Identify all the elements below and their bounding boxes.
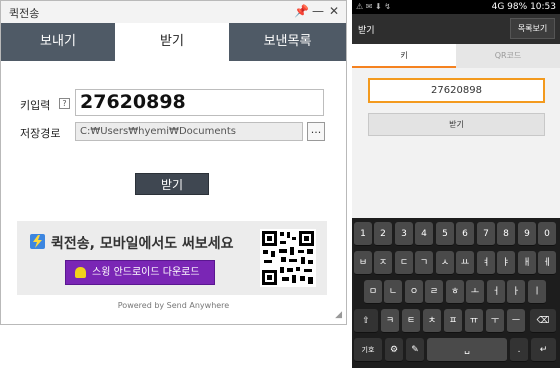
tab-send[interactable]: 보내기	[1, 23, 115, 61]
key-u[interactable]: ㅜ	[486, 309, 504, 333]
key-8[interactable]: 8	[497, 222, 515, 246]
android-icon	[75, 267, 86, 278]
main-tabs: 보내기 받기 보낸목록	[1, 23, 346, 61]
battery-label: 98%	[507, 2, 528, 12]
keyboard-row-5: 기호 ⚙ ✎ ␣ . ↵	[354, 338, 558, 362]
key-3[interactable]: 3	[395, 222, 413, 246]
close-button[interactable]: ✕	[329, 4, 339, 18]
android-download-button[interactable]: 스윙 안드로이드 다운로드	[65, 260, 215, 285]
tab-key[interactable]: 키	[352, 44, 456, 68]
lightning-icon	[30, 234, 45, 249]
key-0[interactable]: 0	[538, 222, 556, 246]
key-2[interactable]: 2	[374, 222, 392, 246]
download-button-label: 스윙 안드로이드 다운로드	[92, 267, 200, 278]
tab-sent-list[interactable]: 보낸목록	[229, 23, 346, 61]
key-o[interactable]: ㅗ	[466, 280, 484, 304]
signal-label: 4G	[491, 2, 505, 12]
keyboard-row-3: ㅁ ㄴ ㅇ ㄹ ㅎ ㅗ ㅓ ㅏ ㅣ	[354, 280, 558, 304]
key-h[interactable]: ㅎ	[446, 280, 464, 304]
settings-key-icon[interactable]: ⚙	[385, 338, 403, 362]
phone-tabs: 키 QR코드	[352, 44, 560, 68]
key-s[interactable]: ㅅ	[436, 251, 454, 275]
receive-button[interactable]: 받기	[135, 173, 209, 195]
key-ya[interactable]: ㅑ	[497, 251, 515, 275]
key-eu[interactable]: ㅡ	[507, 309, 525, 333]
android-phone-screen: ⚠ ✉ ⬇ ↯ 4G 98% 10:53 받기 목록보기 키 QR코드 2762…	[352, 0, 560, 368]
key-t[interactable]: ㅌ	[402, 309, 420, 333]
tab-receive[interactable]: 받기	[115, 23, 229, 61]
key-k[interactable]: ㅋ	[381, 309, 399, 333]
key-d[interactable]: ㄷ	[395, 251, 413, 275]
action-bar-title: 받기	[358, 26, 375, 36]
minimize-button[interactable]: —	[312, 4, 324, 18]
key-ng[interactable]: ㅇ	[405, 280, 423, 304]
handwriting-key-icon[interactable]: ✎	[406, 338, 424, 362]
notification-icons: ⚠ ✉ ⬇ ↯	[356, 2, 391, 11]
resize-grip-icon[interactable]: ◢	[335, 310, 342, 320]
save-path-label: 저장경로	[20, 127, 61, 140]
key-input[interactable]: 27620898	[75, 89, 324, 116]
key-p[interactable]: ㅍ	[444, 309, 462, 333]
pin-icon[interactable]: 📌	[294, 4, 309, 18]
key-6[interactable]: 6	[456, 222, 474, 246]
keyboard-row-4: ⇧ ㅋ ㅌ ㅊ ㅍ ㅠ ㅜ ㅡ ⌫	[354, 309, 558, 333]
key-i[interactable]: ㅣ	[528, 280, 546, 304]
backspace-key[interactable]: ⌫	[530, 309, 556, 333]
key-yo[interactable]: ㅛ	[456, 251, 474, 275]
help-icon[interactable]: ?	[59, 98, 70, 109]
status-bar: ⚠ ✉ ⬇ ↯ 4G 98% 10:53	[352, 0, 560, 14]
save-path-field[interactable]: C:₩Users₩hyemi₩Documents	[75, 122, 303, 141]
shift-key[interactable]: ⇧	[354, 309, 378, 333]
key-label: 키입력	[20, 99, 51, 112]
symbol-key[interactable]: 기호	[354, 338, 382, 362]
action-bar: 받기 목록보기	[352, 14, 560, 44]
key-a[interactable]: ㅏ	[507, 280, 525, 304]
period-key[interactable]: .	[510, 338, 528, 362]
key-m[interactable]: ㅁ	[364, 280, 382, 304]
sent-list-button[interactable]: 목록보기	[510, 18, 555, 39]
desktop-window: 퀵전송 📌 — ✕ 보내기 받기 보낸목록 키입력 ? 27620898 저장경…	[0, 0, 347, 325]
key-7[interactable]: 7	[477, 222, 495, 246]
key-ae[interactable]: ㅐ	[518, 251, 536, 275]
key-eo[interactable]: ㅓ	[487, 280, 505, 304]
screenshot-canvas: 퀵전송 📌 — ✕ 보내기 받기 보낸목록 키입력 ? 27620898 저장경…	[0, 0, 560, 368]
key-ch[interactable]: ㅊ	[423, 309, 441, 333]
window-titlebar[interactable]: 퀵전송 📌 — ✕	[1, 1, 346, 23]
powered-by-text: Powered by Send Anywhere	[117, 301, 230, 310]
banner-headline: 퀵전송, 모바일에서도 써보세요	[51, 236, 234, 252]
key-g[interactable]: ㄱ	[415, 251, 433, 275]
key-j[interactable]: ㅈ	[374, 251, 392, 275]
tab-qr[interactable]: QR코드	[456, 44, 560, 68]
keyboard-row-numbers: 1 2 3 4 5 6 7 8 9 0	[354, 222, 558, 246]
soft-keyboard: 1 2 3 4 5 6 7 8 9 0 ㅂ ㅈ ㄷ ㄱ ㅅ ㅛ ㅕ ㅑ ㅐ ㅔ …	[352, 218, 560, 368]
phone-receive-button[interactable]: 받기	[368, 113, 545, 136]
key-n[interactable]: ㄴ	[384, 280, 402, 304]
key-4[interactable]: 4	[415, 222, 433, 246]
key-5[interactable]: 5	[436, 222, 454, 246]
enter-key-icon[interactable]: ↵	[531, 338, 556, 362]
clock: 10:53	[530, 2, 556, 12]
key-e[interactable]: ㅔ	[538, 251, 556, 275]
status-right-group: 4G 98% 10:53	[492, 0, 556, 14]
space-key[interactable]: ␣	[427, 338, 507, 362]
browse-button[interactable]: ...	[307, 122, 325, 141]
key-b[interactable]: ㅂ	[354, 251, 372, 275]
phone-key-input[interactable]: 27620898	[368, 78, 545, 103]
mobile-promo-banner[interactable]: 퀵전송, 모바일에서도 써보세요 스윙 안드로이드 다운로드	[17, 221, 327, 295]
keyboard-row-2: ㅂ ㅈ ㄷ ㄱ ㅅ ㅛ ㅕ ㅑ ㅐ ㅔ	[354, 251, 558, 275]
key-1[interactable]: 1	[354, 222, 372, 246]
key-yu[interactable]: ㅠ	[465, 309, 483, 333]
key-r[interactable]: ㄹ	[425, 280, 443, 304]
key-yeo[interactable]: ㅕ	[477, 251, 495, 275]
window-title: 퀵전송	[9, 7, 40, 20]
qr-code	[260, 229, 316, 287]
key-9[interactable]: 9	[518, 222, 536, 246]
